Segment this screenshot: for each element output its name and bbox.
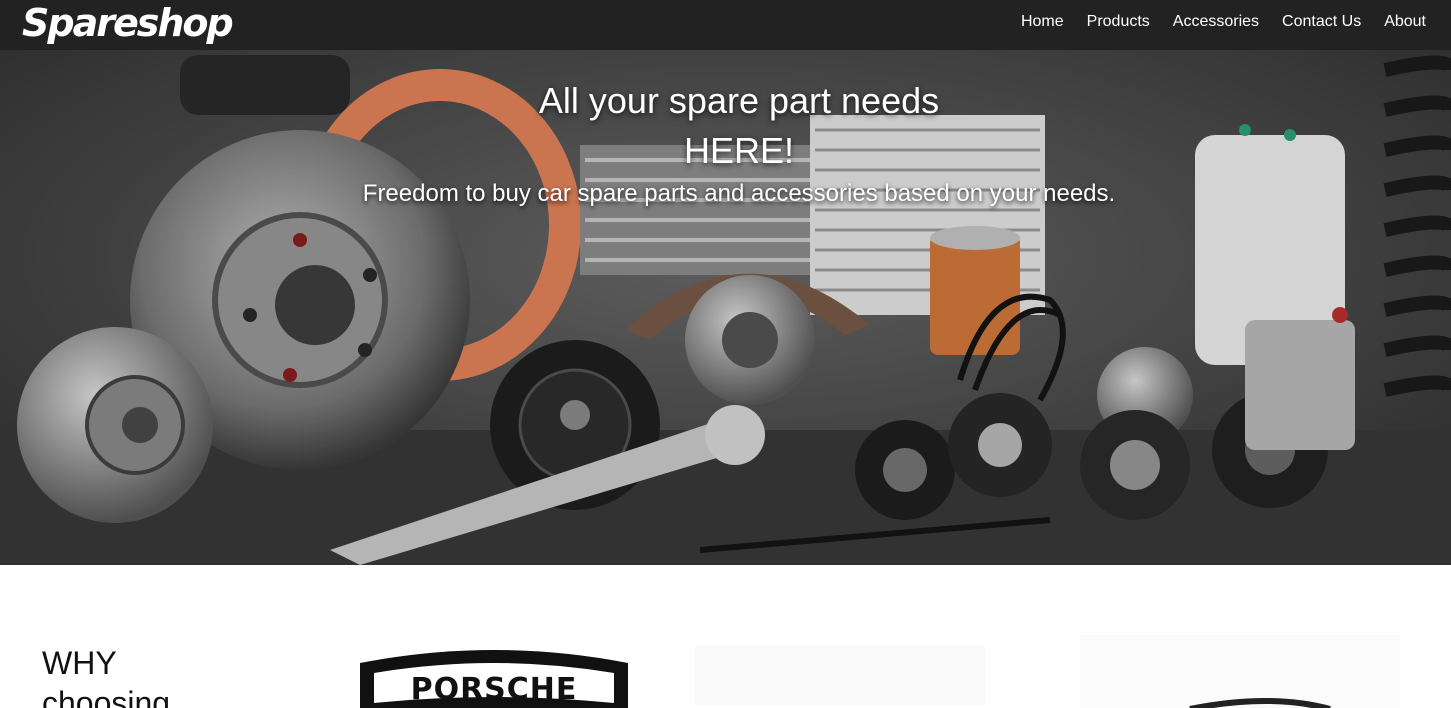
nav-link-products[interactable]: Products xyxy=(1087,13,1150,31)
porsche-logo-text: PORSCHE xyxy=(411,672,578,707)
nav-link-accessories[interactable]: Accessories xyxy=(1173,13,1259,31)
hero-title-emphasis: HERE! xyxy=(683,130,795,171)
top-navbar: Spareshop Home Products Accessories Cont… xyxy=(0,0,1451,50)
nav-link-about[interactable]: About xyxy=(1384,13,1426,31)
brand-logo[interactable]: Spareshop xyxy=(22,0,234,50)
hero-banner: All your spare part needs HERE! Freedom … xyxy=(0,50,1451,565)
why-section: WHY choosing PORSCHE xyxy=(0,565,1451,708)
why-heading: WHY choosing xyxy=(42,643,242,708)
nav-link-contact-us[interactable]: Contact Us xyxy=(1282,13,1361,31)
hero-title: All your spare part needs xyxy=(538,80,940,121)
why-heading-line2: choosing xyxy=(42,685,171,708)
porsche-logo: PORSCHE xyxy=(360,650,628,708)
brand-logo-partial xyxy=(1080,635,1400,708)
hero-subtitle: Freedom to buy car spare parts and acces… xyxy=(362,180,1116,207)
brand-logo-faint xyxy=(695,645,985,705)
nav-links: Home Products Accessories Contact Us Abo… xyxy=(1021,0,1426,44)
nav-link-home[interactable]: Home xyxy=(1021,13,1064,31)
why-heading-line1: WHY xyxy=(42,645,117,681)
